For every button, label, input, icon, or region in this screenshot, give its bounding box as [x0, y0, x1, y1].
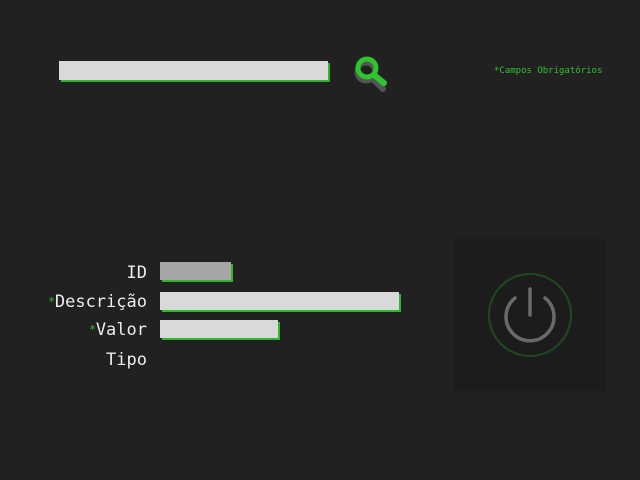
descricao-field[interactable]	[160, 292, 399, 310]
id-label-text: ID	[126, 263, 147, 283]
power-button[interactable]	[454, 239, 606, 391]
search-button[interactable]	[350, 52, 390, 92]
descricao-label: *Descrição	[48, 292, 147, 312]
valor-label-text: Valor	[95, 320, 147, 340]
required-fields-note: *Campos Obrigatórios	[494, 66, 603, 76]
required-mark: *	[48, 295, 55, 308]
valor-field[interactable]	[160, 320, 278, 338]
id-field	[160, 262, 231, 280]
tipo-label: Tipo	[106, 350, 147, 370]
power-icon	[488, 273, 572, 357]
magnifier-icon	[354, 56, 387, 92]
descricao-label-text: Descrição	[54, 292, 147, 312]
valor-label: *Valor	[89, 320, 147, 340]
required-mark: *	[89, 323, 96, 336]
tipo-label-text: Tipo	[106, 350, 147, 370]
search-input[interactable]	[59, 61, 328, 80]
id-label: ID	[127, 263, 147, 283]
